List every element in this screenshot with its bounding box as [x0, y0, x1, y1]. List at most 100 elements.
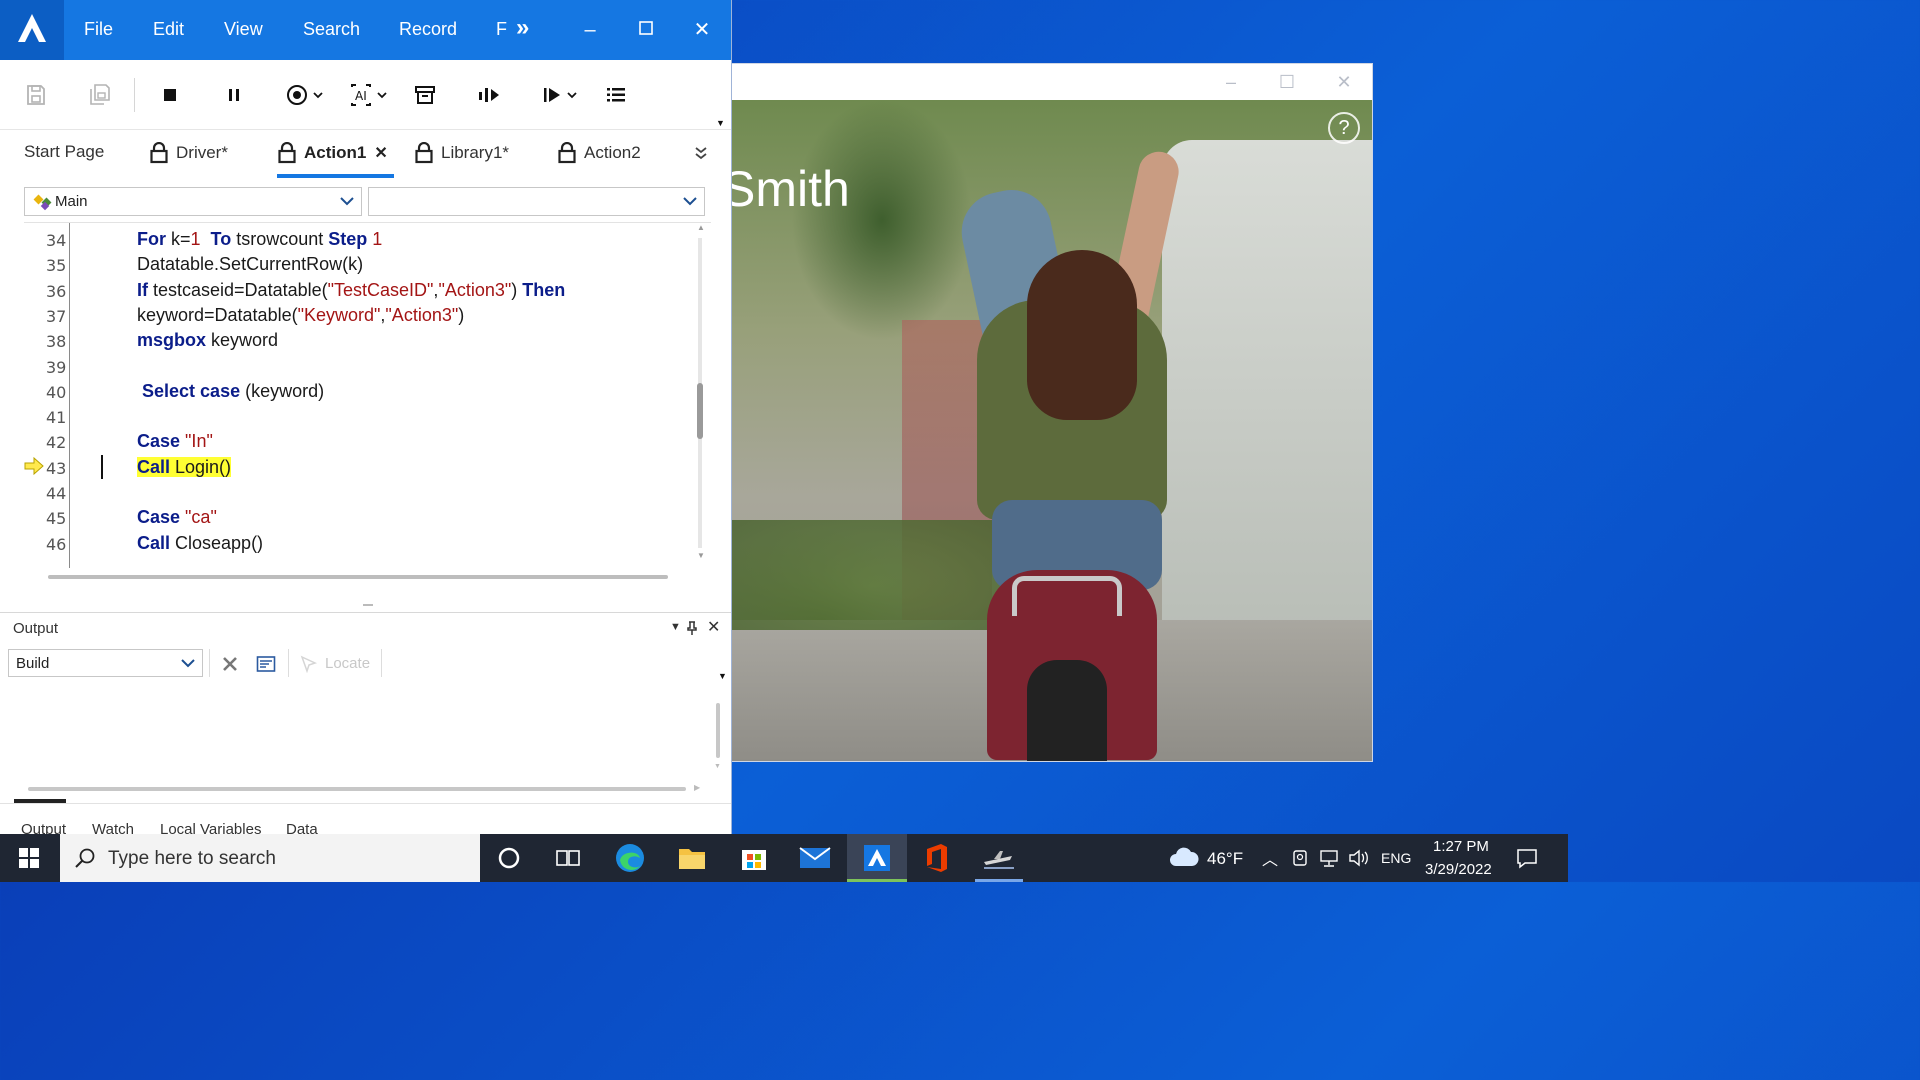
pane-splitter[interactable]	[363, 604, 373, 606]
close-button[interactable]: ✕	[689, 17, 715, 43]
menu-overflow-chevron-icon[interactable]: »	[516, 14, 529, 42]
file-explorer-icon[interactable]	[675, 842, 709, 874]
output-overflow-icon[interactable]: ▼	[718, 671, 727, 681]
meet-now-icon[interactable]	[1291, 848, 1309, 868]
menu-record[interactable]: Record	[399, 19, 457, 40]
list-icon[interactable]	[602, 81, 630, 109]
code-token: keyword=Datatable(	[137, 304, 298, 325]
line-number: 35	[46, 256, 67, 276]
member-combo[interactable]	[368, 187, 705, 216]
tab-action2[interactable]: Action2	[558, 142, 641, 164]
locate-button[interactable]: Locate	[325, 655, 370, 672]
photo-close-button[interactable]: ✕	[1333, 71, 1355, 93]
input-language-indicator[interactable]: ENG	[1381, 850, 1411, 866]
photo-minimize-button[interactable]: –	[1220, 71, 1242, 93]
pause-icon[interactable]	[220, 81, 248, 109]
step-icon[interactable]	[475, 81, 503, 109]
save-all-icon[interactable]	[86, 81, 114, 109]
task-view-icon[interactable]	[551, 842, 585, 874]
cortana-icon[interactable]	[492, 842, 526, 874]
editor-scroll-thumb[interactable]	[697, 383, 703, 439]
photo-maximize-button[interactable]: ☐	[1276, 71, 1298, 93]
clock-date[interactable]: 3/29/2022	[1425, 861, 1492, 878]
lock-icon	[278, 142, 296, 164]
record-mode-icon[interactable]	[286, 81, 326, 109]
edge-browser-icon[interactable]	[613, 842, 647, 874]
procedure-combo[interactable]: Main	[24, 187, 362, 216]
tab-close-icon[interactable]: ✕	[374, 143, 387, 163]
uft-app-icon[interactable]	[860, 842, 894, 874]
object-spy-icon[interactable]: AI	[350, 81, 390, 109]
minimize-button[interactable]: –	[577, 17, 603, 43]
pin-icon[interactable]	[686, 621, 698, 635]
stop-icon[interactable]	[156, 81, 184, 109]
rider-hair	[1027, 250, 1137, 420]
tab-data[interactable]: Data	[286, 821, 318, 834]
toolbar-separator	[134, 78, 135, 112]
menu-search[interactable]: Search	[303, 19, 360, 40]
menu-file[interactable]: File	[84, 19, 113, 40]
output-horizontal-scrollbar[interactable]	[28, 787, 686, 791]
menu-truncated[interactable]: F	[496, 19, 507, 40]
notification-center-icon[interactable]	[1516, 847, 1538, 869]
background-photo: Smith ?	[732, 100, 1372, 761]
code-token: For	[137, 229, 171, 249]
toolbar-overflow-icon[interactable]: ▼	[716, 118, 725, 128]
menu-edit[interactable]: Edit	[153, 19, 184, 40]
tab-local-variables[interactable]: Local Variables	[160, 821, 261, 834]
line-number: 36	[46, 281, 67, 301]
line-number: 43	[46, 458, 67, 478]
chevron-down-icon	[340, 197, 354, 206]
code-token: tsrowcount	[236, 229, 329, 249]
save-icon[interactable]	[22, 81, 50, 109]
windows-start-icon[interactable]	[12, 842, 46, 874]
code-token: Case	[137, 507, 186, 528]
microsoft-store-icon[interactable]	[737, 842, 771, 874]
tab-overflow-chevron-icon[interactable]	[694, 144, 708, 167]
lock-icon	[558, 142, 576, 164]
tab-driver[interactable]: Driver*	[150, 142, 228, 164]
office-icon[interactable]	[920, 842, 954, 874]
word-wrap-icon[interactable]	[256, 655, 276, 673]
app-logo-icon[interactable]	[0, 0, 64, 60]
clock-time[interactable]: 1:27 PM	[1433, 838, 1489, 855]
code-token: Call	[137, 532, 176, 553]
tab-watch[interactable]: Watch	[92, 821, 134, 834]
pane-close-icon[interactable]: ✕	[707, 617, 720, 637]
clear-output-icon[interactable]	[221, 655, 239, 673]
code-token: Closeapp()	[175, 532, 264, 553]
archive-icon[interactable]	[411, 81, 439, 109]
code-token: msgbox	[137, 330, 212, 351]
mail-icon[interactable]	[798, 842, 832, 874]
code-token: "TestCaseID"	[327, 279, 434, 300]
run-from-step-icon[interactable]	[540, 81, 580, 109]
output-vertical-scrollbar[interactable]: ▼	[714, 703, 722, 775]
taskbar-search-box[interactable]: Type here to search	[60, 834, 480, 882]
pane-menu-icon[interactable]: ▼	[670, 621, 681, 633]
menu-view[interactable]: View	[224, 19, 263, 40]
cloud-weather-icon[interactable]	[1168, 846, 1200, 868]
editor-horizontal-scrollbar[interactable]	[34, 572, 684, 582]
code-line: keyword=Datatable("Keyword","Action3")	[137, 305, 464, 326]
tab-library1[interactable]: Library1*	[415, 142, 509, 164]
editor-vertical-scrollbar[interactable]: ▲ ▼	[694, 223, 706, 563]
tab-label: Library1*	[441, 143, 510, 162]
code-editor[interactable]: 34 35 36 37 38 39 40 41 42 43 44 45 46 For k=1 To ts…	[24, 222, 711, 587]
tab-start-page[interactable]: Start Page	[24, 142, 104, 162]
maximize-button[interactable]	[633, 17, 659, 43]
help-icon[interactable]: ?	[1328, 112, 1360, 144]
tray-chevron-up-icon[interactable]: ︿	[1262, 846, 1278, 870]
code-line: msgbox keyword	[137, 330, 278, 351]
build-combo[interactable]: Build	[8, 649, 203, 677]
photo-app-window: – ☐ ✕ Smith ?	[731, 63, 1373, 762]
lock-icon	[150, 142, 168, 164]
weather-temperature[interactable]: 46°F	[1207, 849, 1243, 869]
network-icon[interactable]	[1318, 848, 1340, 868]
airplane-app-icon[interactable]	[982, 842, 1016, 874]
code-token: 1	[372, 229, 383, 249]
volume-icon[interactable]	[1348, 848, 1370, 868]
tab-output[interactable]: Output	[21, 821, 66, 834]
code-token: )	[458, 304, 465, 325]
code-token: "In"	[185, 431, 213, 452]
tab-action1[interactable]: Action1 ✕	[278, 142, 388, 164]
